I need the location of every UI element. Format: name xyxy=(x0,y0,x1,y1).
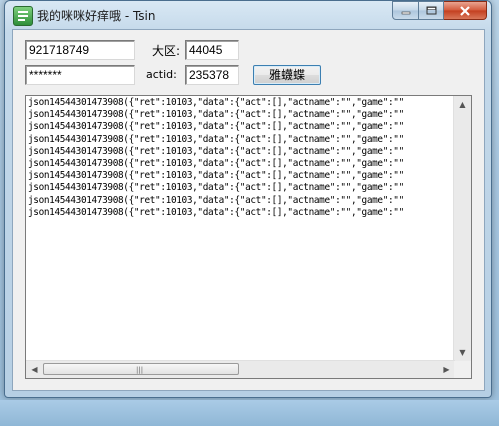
thumb-grip-icon: ||| xyxy=(136,366,144,374)
log-lines: json14544301473908({"ret":10103,"data":{… xyxy=(28,97,454,357)
actid-field[interactable]: 235378 xyxy=(185,65,239,85)
log-line: json14544301473908({"ret":10103,"data":{… xyxy=(28,145,404,157)
log-line: json14544301473908({"ret":10103,"data":{… xyxy=(28,158,404,170)
log-line: json14544301473908({"ret":10103,"data":{… xyxy=(28,206,404,218)
scroll-right-arrow-icon[interactable]: ▶ xyxy=(438,361,455,378)
desktop-strip xyxy=(0,400,499,426)
region-label: 大区: xyxy=(152,44,181,58)
log-line: json14544301473908({"ret":10103,"data":{… xyxy=(28,170,404,182)
log-line: json14544301473908({"ret":10103,"data":{… xyxy=(28,121,404,133)
qq-number-field[interactable]: 921718749 xyxy=(25,40,135,60)
log-line: json14544301473908({"ret":10103,"data":{… xyxy=(28,109,404,121)
minimize-icon xyxy=(401,11,410,14)
actid-label: actid: xyxy=(146,68,177,81)
scrollbar-corner xyxy=(454,361,471,378)
region-field[interactable]: 44045 xyxy=(185,40,239,60)
close-button[interactable] xyxy=(444,1,487,20)
scroll-down-arrow-icon[interactable]: ▼ xyxy=(454,344,471,361)
scroll-up-arrow-icon[interactable]: ▲ xyxy=(454,96,471,113)
client-area: 921718749 大区: 44045 ******* actid: 23537… xyxy=(12,29,485,391)
maximize-icon xyxy=(426,6,436,14)
caption-buttons xyxy=(392,1,487,20)
vertical-scrollbar[interactable]: ▲ ▼ xyxy=(453,96,471,361)
password-field[interactable]: ******* xyxy=(25,65,135,85)
minimize-button[interactable] xyxy=(392,1,419,20)
scroll-left-arrow-icon[interactable]: ◀ xyxy=(26,361,43,378)
horizontal-scroll-thumb[interactable]: ||| xyxy=(43,363,239,375)
window-title: 我的咪咪好痒哦 - Tsin xyxy=(37,9,156,23)
title-bar[interactable]: 我的咪咪好痒哦 - Tsin xyxy=(5,1,491,29)
horizontal-scrollbar[interactable]: ◀ ||| ▶ xyxy=(26,360,455,378)
log-line: json14544301473908({"ret":10103,"data":{… xyxy=(28,97,404,108)
submit-button[interactable]: 雅蠛蝶 xyxy=(253,65,321,85)
log-line: json14544301473908({"ret":10103,"data":{… xyxy=(28,194,404,206)
log-line: json14544301473908({"ret":10103,"data":{… xyxy=(28,182,404,194)
close-icon xyxy=(460,5,470,16)
log-textarea[interactable]: json14544301473908({"ret":10103,"data":{… xyxy=(25,95,472,379)
log-line: json14544301473908({"ret":10103,"data":{… xyxy=(28,133,404,145)
app-window: 我的咪咪好痒哦 - Tsin 921718749 大区: 44045 *****… xyxy=(4,0,492,398)
maximize-button[interactable] xyxy=(419,1,444,20)
app-logo-icon xyxy=(13,6,33,26)
